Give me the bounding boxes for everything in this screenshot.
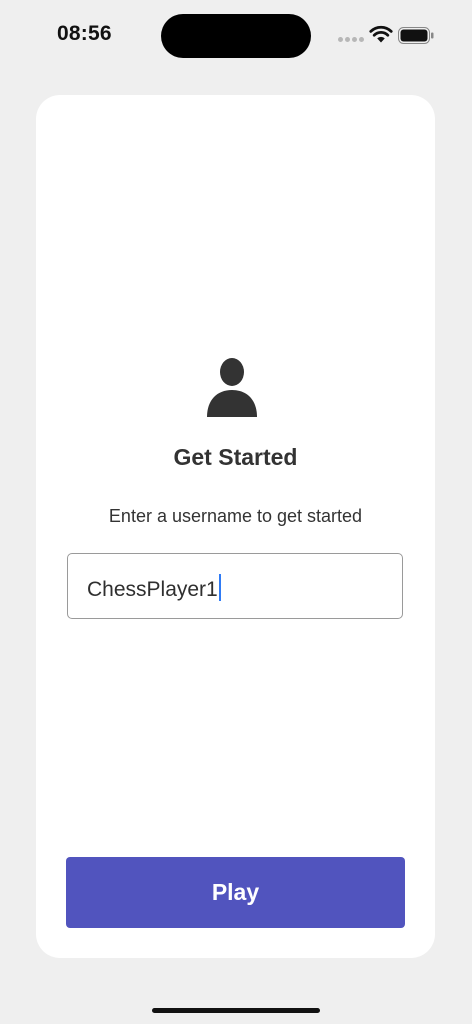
wifi-icon <box>369 25 393 43</box>
text-caret <box>218 574 221 601</box>
instruction-text: Enter a username to get started <box>108 506 363 526</box>
page-title: Get Started <box>173 444 298 470</box>
status-time: 08:56 <box>57 22 112 45</box>
username-input[interactable]: ChessPlayer1 <box>67 553 403 619</box>
status-bar: 08:56 <box>0 0 472 70</box>
username-value: ChessPlayer1 <box>87 578 218 601</box>
battery-icon <box>398 27 434 44</box>
username-value-wrapper: ChessPlayer1 <box>87 574 221 602</box>
dynamic-island <box>161 14 311 58</box>
person-icon <box>207 358 257 417</box>
cellular-signal-icon <box>338 37 366 43</box>
onboarding-card: Get Started Enter a username to get star… <box>36 95 435 958</box>
home-indicator[interactable] <box>152 1008 320 1013</box>
play-button[interactable]: Play <box>66 857 405 928</box>
